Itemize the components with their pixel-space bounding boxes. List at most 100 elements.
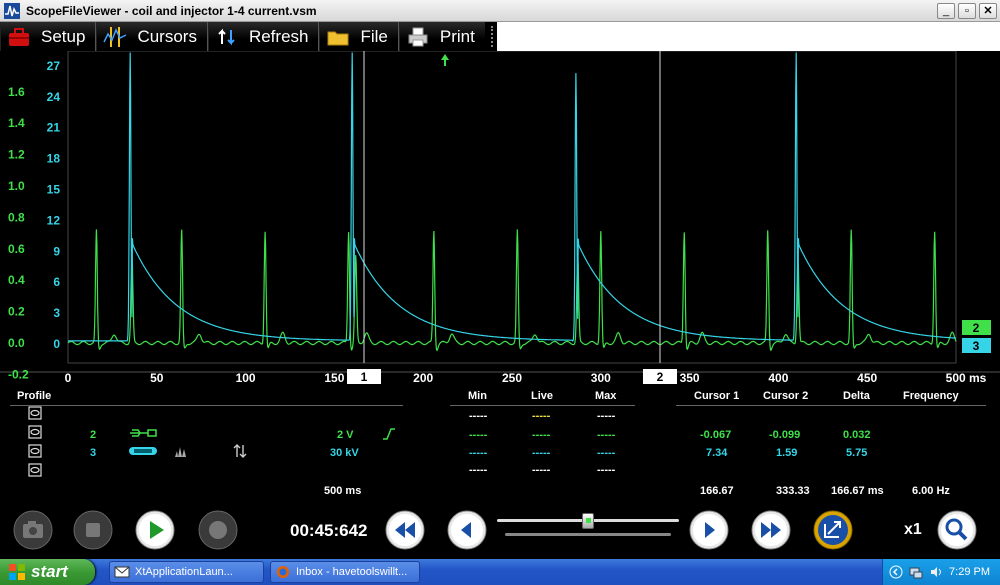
close-button[interactable]: ✕ <box>979 2 997 19</box>
y-left-tick: 0.8 <box>8 210 25 224</box>
row1-min: ----- <box>469 410 488 422</box>
channel-3-marker-label: 3 <box>973 339 980 353</box>
print-button[interactable]: Print <box>398 22 485 51</box>
network-icon[interactable] <box>909 565 923 579</box>
y-left-tick: 0.6 <box>8 242 25 256</box>
magnifier-button[interactable] <box>937 510 977 550</box>
y-left-tick: 1.0 <box>8 179 25 193</box>
x-tick-label: 0 <box>65 371 72 385</box>
record-button[interactable] <box>198 510 238 550</box>
y-left-tick: 0.2 <box>8 305 25 319</box>
tray-arrow-icon[interactable] <box>889 565 903 579</box>
row4-live: ----- <box>532 464 551 476</box>
y-right-tick: 27 <box>47 59 61 73</box>
x-tick-label: 300 <box>591 371 611 385</box>
y-left-tick: 0.4 <box>8 273 25 287</box>
setup-button[interactable]: Setup <box>0 22 97 51</box>
max-header: Max <box>595 390 617 402</box>
stop-button[interactable] <box>73 510 113 550</box>
ch3-delta: 5.75 <box>846 447 868 459</box>
cursor-divider <box>676 405 986 406</box>
slider-thumb[interactable] <box>582 513 594 529</box>
time-delta: 166.67 ms <box>831 485 884 497</box>
ch2-max: ----- <box>597 429 616 441</box>
cursors-button[interactable]: Cursors <box>96 22 208 51</box>
ch2-scale[interactable]: 2 V <box>337 429 354 441</box>
ch3-cursor1: 7.34 <box>706 447 728 459</box>
minimize-button[interactable]: _ <box>937 2 955 19</box>
ch3-max: ----- <box>597 447 616 459</box>
profile-header: Profile <box>17 390 52 402</box>
x-tick-label: 150 <box>324 371 344 385</box>
y-right-tick: 3 <box>53 306 60 320</box>
x-tick-label: 350 <box>680 371 700 385</box>
waveform-type-icon[interactable] <box>174 444 188 458</box>
playback-slider[interactable] <box>497 513 679 539</box>
profile-divider <box>10 405 403 406</box>
min-header: Min <box>468 390 487 402</box>
y-right-tick: 15 <box>47 183 61 197</box>
y-left-tick: 0.0 <box>8 336 25 350</box>
timebase-value[interactable]: 500 ms <box>324 485 361 497</box>
fast-forward-button[interactable] <box>751 510 791 550</box>
windows-flag-icon <box>9 564 25 580</box>
live-header: Live <box>531 390 554 402</box>
y-left-tick: -0.2 <box>8 367 29 381</box>
main-toolbar: Setup Cursors Refresh File Print <box>0 22 1000 51</box>
x-tick-label: 200 <box>413 371 433 385</box>
camera-button[interactable] <box>13 510 53 550</box>
ch2-delta: 0.032 <box>843 429 871 441</box>
scope-chart[interactable]: 1.61.41.21.00.80.60.40.20.0-0.2 27242118… <box>0 51 1000 386</box>
step-forward-button[interactable] <box>689 510 729 550</box>
x-tick-label: 400 <box>768 371 788 385</box>
file-label: File <box>360 26 388 46</box>
toolbar-spacer <box>496 22 1000 51</box>
refresh-icon <box>218 28 235 45</box>
row4-min: ----- <box>469 464 488 476</box>
x-tick-label: 500 ms <box>946 371 987 385</box>
maximize-button[interactable]: ▫ <box>958 2 976 19</box>
ch3-scale[interactable]: 30 kV <box>330 447 359 459</box>
row1-live: ----- <box>532 410 551 422</box>
stats-divider <box>450 405 635 406</box>
zoom-level: x1 <box>904 521 922 538</box>
step-back-button[interactable] <box>447 510 487 550</box>
visibility-eye-icons[interactable] <box>28 406 42 478</box>
ch3-min: ----- <box>469 447 488 459</box>
system-tray: 7:29 PM <box>882 559 1000 585</box>
ch3-cursor2: 1.59 <box>776 447 798 459</box>
y-right-tick: 12 <box>47 213 61 227</box>
start-button[interactable]: start <box>0 559 95 585</box>
y-right-tick: 6 <box>53 275 60 289</box>
ch2-probe-icon[interactable] <box>128 427 160 440</box>
taskbar: start XtApplicationLaun... Inbox - havet… <box>0 559 1000 585</box>
task-xtapplication[interactable]: XtApplicationLaun... <box>109 561 264 583</box>
trigger-rising-icon[interactable] <box>382 427 396 441</box>
volume-icon[interactable] <box>929 565 943 579</box>
frequency-header: Frequency <box>903 390 959 402</box>
channel-2-marker-label: 2 <box>973 321 980 335</box>
mail-icon <box>114 566 130 578</box>
y-right-tick: 18 <box>47 152 61 166</box>
zoom-fit-button[interactable] <box>813 510 853 550</box>
cursors-label: Cursors <box>137 26 197 46</box>
y-right-tick: 0 <box>53 337 60 351</box>
y-left-tick: 1.6 <box>8 85 25 99</box>
rewind-button[interactable] <box>385 510 425 550</box>
scope-app-icon <box>4 2 20 19</box>
ch2-name: 2 <box>90 429 97 441</box>
ch2-live: ----- <box>532 429 551 441</box>
time-cursor1: 166.67 <box>700 485 734 497</box>
refresh-button[interactable]: Refresh <box>207 22 320 51</box>
firefox-icon <box>277 566 289 578</box>
file-button[interactable]: File <box>319 22 399 51</box>
x-tick-label: 100 <box>236 371 256 385</box>
task-inbox-browser[interactable]: Inbox - havetoolswillt... <box>270 561 420 583</box>
row1-max: ----- <box>597 410 616 422</box>
y-right-tick: 24 <box>47 90 61 104</box>
play-button[interactable] <box>135 510 175 550</box>
move-trace-icon[interactable] <box>233 444 247 458</box>
time-frequency: 6.00 Hz <box>912 485 950 497</box>
ch3-probe-icon[interactable] <box>128 444 160 458</box>
playback-time: 00:45:642 <box>290 521 368 540</box>
